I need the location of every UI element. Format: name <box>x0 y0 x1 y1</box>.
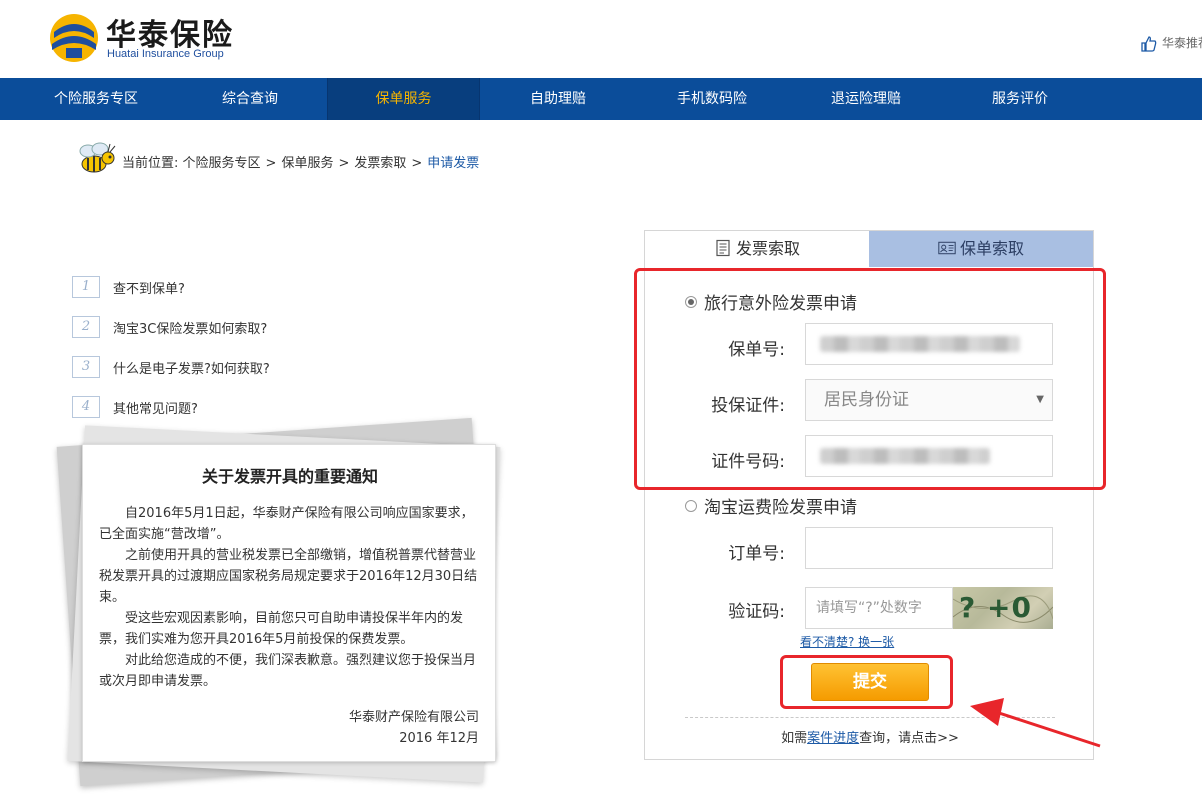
captcha-text: ? +0 =9 <box>959 591 1032 629</box>
faq-text[interactable]: 淘宝3C保险发票如何索取? <box>113 318 267 337</box>
recommend-link[interactable]: 华泰推荐 <box>1140 34 1202 53</box>
tab-invoice-label: 发票索取 <box>735 239 800 258</box>
id-card-icon <box>938 241 956 255</box>
huatai-logo-icon[interactable] <box>48 12 100 64</box>
breadcrumb-separator: > <box>338 156 350 171</box>
option-taobao-shipping[interactable]: 淘宝运费险发票申请 <box>685 493 857 518</box>
nav-item-query[interactable]: 综合查询 <box>192 78 308 120</box>
tab-policy-request[interactable]: 保单索取 <box>869 231 1093 267</box>
case-progress-link[interactable]: 案件进度 <box>807 731 859 746</box>
thumbs-up-icon <box>1141 35 1157 52</box>
breadcrumb-separator: > <box>265 156 277 171</box>
nav-item-self-claims[interactable]: 自助理赔 <box>500 78 616 120</box>
annotation-highlight-box <box>634 268 1106 490</box>
notice-title: 关于发票开具的重要通知 <box>201 467 378 486</box>
notice-paragraph: 对此给您造成的不便，我们深表歉意。强烈建议您于投保当月或次月即申请发票。 <box>99 653 477 689</box>
faq-item[interactable]: 3 什么是电子发票?如何获取? <box>72 356 270 378</box>
notice-paragraph: 受这些宏观因素影响，目前您只可自助申请投保半年内的发票，我们实难为您开具2016… <box>99 611 464 647</box>
breadcrumb-item[interactable]: 保单服务 <box>281 156 333 171</box>
annotation-arrow-icon <box>970 698 1101 748</box>
captcha-label: 验证码: <box>728 602 785 622</box>
breadcrumb-separator: > <box>411 156 423 171</box>
faq-text[interactable]: 查不到保单? <box>113 278 185 297</box>
order-number-label: 订单号: <box>728 544 785 564</box>
annotation-submit-highlight <box>780 655 953 709</box>
captcha-image[interactable]: ? +0 =9 <box>953 587 1053 629</box>
tab-policy-label: 保单索取 <box>959 239 1024 258</box>
nav-item-digital-insurance[interactable]: 手机数码险 <box>654 78 770 120</box>
nav-item-service-rating[interactable]: 服务评价 <box>962 78 1078 120</box>
progress-suffix: 查询，请点击>> <box>859 731 959 746</box>
notice-paragraph: 自2016年5月1日起，华泰财产保险有限公司响应国家要求，已全面实施“营改增”。 <box>99 506 474 542</box>
order-number-input[interactable] <box>805 527 1053 569</box>
notice-signature-block: 华泰财产保险有限公司 2016 年12月 <box>349 707 479 749</box>
document-icon <box>716 239 730 257</box>
faq-item[interactable]: 2 淘宝3C保险发票如何索取? <box>72 316 267 338</box>
main-nav: 个险服务专区 综合查询 保单服务 自助理赔 手机数码险 退运险理赔 服务评价 <box>0 78 1202 120</box>
notice-paragraph: 之前使用开具的营业税发票已全部缴销，增值税普票代替营业税发票开具的过渡期应国家税… <box>99 548 478 605</box>
captcha-input[interactable]: 请填写“?”处数字 <box>805 587 953 629</box>
breadcrumb: 当前位置: 个险服务专区 > 保单服务 > 发票索取 > 申请发票 <box>122 152 479 171</box>
bee-mascot-icon <box>79 142 116 173</box>
notice-signature: 华泰财产保险有限公司 <box>348 710 479 725</box>
refresh-captcha-link[interactable]: 看不清楚? 换一张 <box>800 633 894 650</box>
faq-item[interactable]: 4 其他常见问题? <box>72 396 198 418</box>
breadcrumb-item[interactable]: 个险服务专区 <box>183 156 261 171</box>
recommend-label: 华泰推荐 <box>1162 36 1202 50</box>
brand-name-en: Huatai Insurance Group <box>107 48 224 60</box>
faq-number: 2 <box>72 316 100 338</box>
faq-text[interactable]: 什么是电子发票?如何获取? <box>113 358 270 377</box>
notice-date: 2016 年12月 <box>399 731 479 746</box>
breadcrumb-prefix: 当前位置: <box>122 156 179 171</box>
nav-item-return-shipping-claims[interactable]: 退运险理赔 <box>808 78 924 120</box>
progress-prefix: 如需 <box>781 731 808 746</box>
tab-invoice-request[interactable]: 发票索取 <box>645 231 869 267</box>
breadcrumb-item[interactable]: 发票索取 <box>354 156 406 171</box>
option-taobao-label: 淘宝运费险发票申请 <box>704 498 857 518</box>
faq-number: 3 <box>72 356 100 378</box>
faq-text[interactable]: 其他常见问题? <box>113 398 198 417</box>
invoice-notice: 关于发票开具的重要通知 自2016年5月1日起，华泰财产保险有限公司响应国家要求… <box>82 444 496 762</box>
faq-number: 4 <box>72 396 100 418</box>
breadcrumb-current: 申请发票 <box>427 156 480 171</box>
faq-number: 1 <box>72 276 100 298</box>
nav-item-personal-service[interactable]: 个险服务专区 <box>38 78 154 120</box>
nav-item-policy-service[interactable]: 保单服务 <box>327 78 480 120</box>
header: 华泰保险 Huatai Insurance Group 华泰推荐 <box>0 0 1202 78</box>
notice-body: 自2016年5月1日起，华泰财产保险有限公司响应国家要求，已全面实施“营改增”。… <box>99 503 481 692</box>
faq-item[interactable]: 1 查不到保单? <box>72 276 185 298</box>
radio-taobao[interactable] <box>685 499 697 512</box>
